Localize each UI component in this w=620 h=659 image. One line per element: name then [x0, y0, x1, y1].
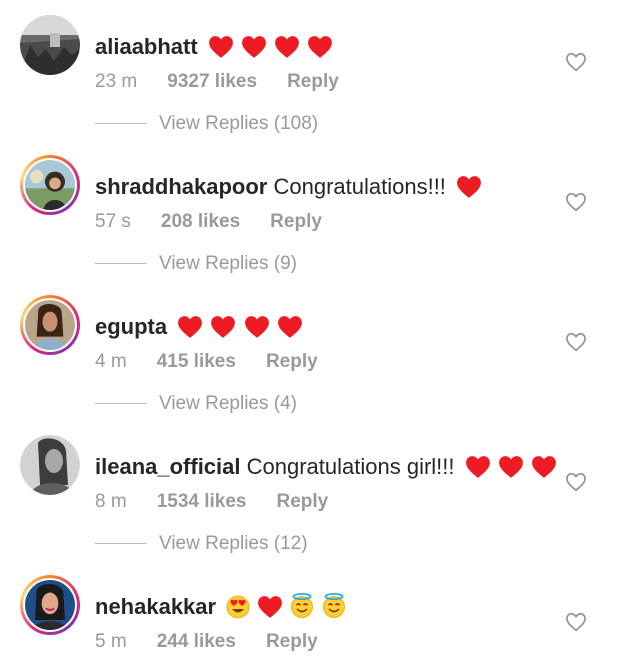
- red-heart-emoji: [277, 316, 302, 338]
- avatar-photo: [25, 160, 75, 210]
- avatar-ring: [23, 578, 77, 632]
- comment-item: egupta 4 m 415 likes Reply: [0, 288, 620, 372]
- heart-eyes-emoji: [226, 595, 250, 619]
- comment-time: 8 m: [95, 491, 127, 512]
- heart-outline-icon[interactable]: [565, 52, 587, 72]
- username-link[interactable]: ileana_official: [95, 454, 241, 479]
- view-replies-link[interactable]: View Replies (108): [159, 111, 318, 137]
- comment-item: aliaabhatt 23 m 9327 likes Reply: [0, 8, 620, 92]
- comment-meta: 57 s 208 likes Reply: [95, 210, 352, 234]
- username-link[interactable]: shraddhakapoor: [95, 174, 267, 199]
- comment-text-line: shraddhakapoor Congratulations!!!: [95, 172, 483, 207]
- replies-divider: [95, 123, 147, 124]
- red-heart-emoji: [211, 316, 236, 338]
- likes-count[interactable]: 1534 likes: [157, 490, 247, 514]
- username-link[interactable]: egupta: [95, 314, 167, 339]
- avatar-photo: [25, 580, 75, 630]
- smiling-halo-emoji: [291, 593, 314, 618]
- red-heart-emoji: [308, 36, 333, 58]
- red-heart-emoji: [178, 316, 203, 338]
- emoji-group: [208, 35, 334, 67]
- avatar[interactable]: [20, 575, 80, 635]
- comment-text-line: aliaabhatt: [95, 32, 334, 67]
- heart-outline-icon[interactable]: [565, 192, 587, 212]
- avatar[interactable]: [20, 295, 80, 355]
- likes-count[interactable]: 208 likes: [161, 210, 240, 234]
- heart-outline-icon[interactable]: [565, 612, 587, 632]
- likes-count[interactable]: 244 likes: [157, 630, 236, 654]
- red-heart-emoji: [275, 36, 299, 58]
- heart-outline-icon[interactable]: [565, 472, 587, 492]
- emoji-group: [456, 175, 483, 207]
- avatar-photo: [25, 300, 75, 350]
- comment-meta: 5 m 244 likes Reply: [95, 630, 348, 654]
- emoji-group: [177, 315, 303, 347]
- avatar[interactable]: [20, 435, 80, 495]
- comment-meta: 4 m 415 likes Reply: [95, 350, 348, 374]
- comment-item: ileana_official Congratulations girl!!! …: [0, 428, 620, 512]
- username-link[interactable]: aliaabhatt: [95, 34, 198, 59]
- avatar-photo: [20, 435, 80, 495]
- reply-button[interactable]: Reply: [287, 70, 339, 94]
- replies-divider: [95, 543, 147, 544]
- reply-button[interactable]: Reply: [266, 350, 318, 374]
- view-replies-link[interactable]: View Replies (12): [159, 531, 308, 557]
- comment-time: 5 m: [95, 631, 127, 652]
- red-heart-emoji: [465, 456, 490, 478]
- avatar[interactable]: [20, 15, 80, 75]
- comment-text: Congratulations!!!: [267, 174, 446, 199]
- emoji-group: [465, 455, 558, 487]
- red-heart-emoji: [208, 36, 233, 58]
- smiling-halo-emoji: [322, 593, 345, 618]
- view-replies-link[interactable]: View Replies (9): [159, 251, 297, 277]
- comment-text-line: ileana_official Congratulations girl!!!: [95, 452, 558, 487]
- comment-text-line: egupta: [95, 312, 304, 347]
- comment-time: 57 s: [95, 211, 131, 232]
- red-heart-emoji: [498, 456, 523, 478]
- replies-divider: [95, 403, 147, 404]
- reply-button[interactable]: Reply: [277, 490, 329, 514]
- red-heart-emoji: [531, 456, 556, 478]
- reply-button[interactable]: Reply: [270, 210, 322, 234]
- emoji-group: [226, 593, 346, 627]
- reply-button[interactable]: Reply: [266, 630, 318, 654]
- username-link[interactable]: nehakakkar: [95, 594, 216, 619]
- likes-count[interactable]: 415 likes: [157, 350, 236, 374]
- comment-item: shraddhakapoor Congratulations!!! 57 s 20…: [0, 148, 620, 232]
- view-replies-row[interactable]: View Replies (108): [95, 111, 395, 137]
- avatar-ring: [23, 158, 77, 212]
- red-heart-emoji: [244, 316, 269, 338]
- comment-meta: 23 m 9327 likes Reply: [95, 70, 369, 94]
- replies-divider: [95, 263, 147, 264]
- red-heart-emoji: [457, 176, 481, 198]
- red-heart-emoji: [258, 596, 283, 618]
- view-replies-link[interactable]: View Replies (4): [159, 391, 297, 417]
- comment-time: 4 m: [95, 351, 127, 372]
- comment-item: nehakakkar 5 m 244 likes Reply: [0, 568, 620, 652]
- avatar-ring: [23, 298, 77, 352]
- view-replies-row[interactable]: View Replies (4): [95, 391, 395, 417]
- comment-meta: 8 m 1534 likes Reply: [95, 490, 358, 514]
- red-heart-emoji: [242, 36, 266, 58]
- view-replies-row[interactable]: View Replies (12): [95, 531, 395, 557]
- avatar[interactable]: [20, 155, 80, 215]
- comments-list: aliaabhatt 23 m 9327 likes Reply View Repl…: [0, 0, 620, 659]
- view-replies-row[interactable]: View Replies (9): [95, 251, 395, 277]
- avatar-photo: [20, 15, 80, 75]
- comment-time: 23 m: [95, 71, 138, 92]
- comment-text-line: nehakakkar: [95, 592, 347, 627]
- comment-text: Congratulations girl!!!: [240, 454, 455, 479]
- likes-count[interactable]: 9327 likes: [167, 70, 257, 94]
- heart-outline-icon[interactable]: [565, 332, 587, 352]
